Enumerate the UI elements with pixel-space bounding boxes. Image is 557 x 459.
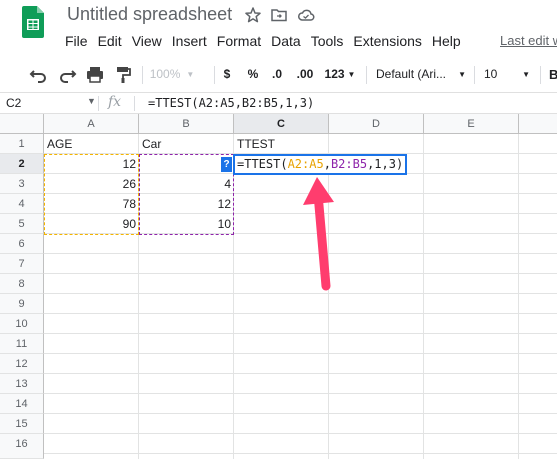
print-icon[interactable] (84, 58, 106, 90)
font-value: Default (Ari... (376, 67, 447, 81)
spreadsheet-grid[interactable]: A B C D E 1 2 3 4 5 6 7 8 9 10 11 12 13 … (0, 114, 557, 459)
menu-format[interactable]: Format (212, 32, 266, 50)
toolbar: 100% ▼ $ % .0 .00 123 ▼ Default (Ari... … (0, 58, 557, 90)
toolbar-divider (540, 66, 541, 84)
more-formats-button[interactable]: 123 ▼ (323, 58, 357, 90)
toolbar-divider (214, 66, 215, 84)
menu-insert[interactable]: Insert (167, 32, 212, 50)
chevron-down-icon: ▼ (458, 69, 466, 79)
last-edit-link[interactable]: Last edit w (500, 33, 557, 48)
formula-input[interactable]: =TTEST(A2:A5,B2:B5,1,3) (148, 96, 314, 110)
percent-button[interactable]: % (246, 58, 260, 90)
menu-tools[interactable]: Tools (306, 32, 349, 50)
menu-bar: File Edit View Insert Format Data Tools Extensi… (60, 32, 466, 50)
document-title[interactable]: Untitled spreadsheet (67, 4, 232, 25)
zoom-value: 100% (149, 67, 181, 81)
name-box[interactable]: C2 (6, 96, 21, 110)
cloud-status-icon[interactable] (297, 6, 315, 24)
formula-bar-divider (134, 96, 135, 111)
menu-help[interactable]: Help (427, 32, 466, 50)
more-formats-label: 123 (324, 67, 345, 81)
increase-decimal-button[interactable]: .00 (294, 58, 316, 90)
chevron-down-icon: ▼ (347, 69, 356, 79)
toolbar-divider (142, 66, 143, 84)
formula-bar-divider (98, 96, 99, 111)
fx-icon: fx (108, 94, 122, 110)
zoom-select[interactable]: 100% ▼ (149, 58, 195, 90)
font-size-value: 10 (484, 67, 498, 81)
paint-format-icon[interactable] (112, 58, 134, 90)
annotation-arrow (303, 177, 334, 291)
font-size-select[interactable]: 10 ▼ (484, 58, 530, 90)
chevron-down-icon: ▼ (522, 69, 530, 79)
toolbar-divider (366, 66, 367, 84)
toolbar-divider (474, 66, 475, 84)
chevron-down-icon: ▼ (186, 69, 195, 79)
decrease-decimal-button[interactable]: .0 (268, 58, 286, 90)
menu-extensions[interactable]: Extensions (348, 32, 426, 50)
folder-move-icon[interactable] (270, 6, 288, 24)
currency-button[interactable]: $ (220, 58, 234, 90)
redo-icon[interactable] (56, 58, 78, 90)
chevron-down-icon[interactable]: ▼ (87, 96, 96, 106)
menu-data[interactable]: Data (266, 32, 306, 50)
menu-view[interactable]: View (127, 32, 167, 50)
formula-bar: C2 ▼ fx =TTEST(A2:A5,B2:B5,1,3) (0, 92, 557, 114)
menu-edit[interactable]: Edit (93, 32, 127, 50)
undo-icon[interactable] (28, 58, 50, 90)
bold-button[interactable]: B (549, 58, 557, 90)
font-select[interactable]: Default (Ari... ▼ (376, 58, 466, 90)
menu-file[interactable]: File (60, 32, 93, 50)
star-icon[interactable] (244, 6, 262, 24)
sheets-logo[interactable] (22, 6, 44, 38)
